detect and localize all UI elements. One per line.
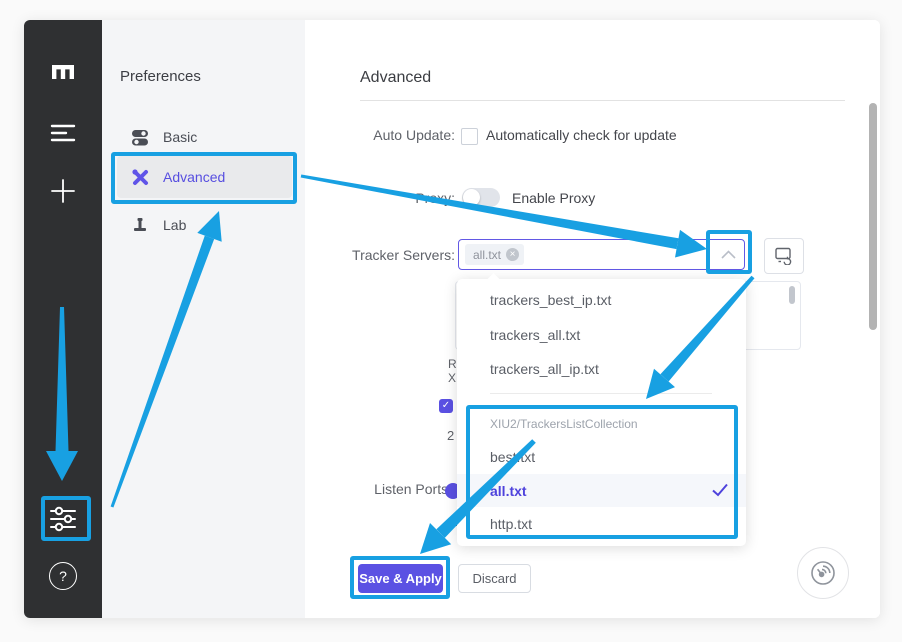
dropdown-divider: [490, 393, 712, 394]
clipped-text-fragment: R: [448, 357, 457, 371]
textarea-scroll-thumb[interactable]: [789, 286, 795, 304]
help-icon: ?: [49, 562, 77, 590]
discard-button[interactable]: Discard: [458, 564, 531, 593]
auto-update-checkbox[interactable]: [461, 128, 478, 145]
nav-item-basic[interactable]: Basic: [118, 120, 292, 154]
annotation-box-dropdown-group: [466, 405, 738, 539]
nav-item-label: Lab: [163, 217, 186, 233]
annotation-box-save-button: [350, 556, 450, 599]
sync-everyday-checkbox[interactable]: ✓: [439, 399, 453, 413]
basic-toggles-icon: [130, 129, 150, 146]
nav-item-label: Basic: [163, 129, 197, 145]
auto-update-checkbox-label[interactable]: Automatically check for update: [486, 127, 677, 143]
discard-label: Discard: [472, 571, 516, 586]
dropdown-item-label: trackers_best_ip.txt: [490, 292, 611, 308]
preferences-title: Preferences: [120, 68, 201, 85]
nav-item-lab[interactable]: Lab: [118, 208, 292, 242]
content-scrollbar[interactable]: [869, 103, 877, 330]
dropdown-item-label: trackers_all_ip.txt: [490, 361, 599, 377]
sync-trackers-button[interactable]: [764, 238, 804, 274]
help-glyph: ?: [59, 568, 67, 584]
tag-remove-icon[interactable]: ×: [506, 248, 519, 261]
sync-icon: [775, 247, 794, 265]
proxy-toggle-knob: [463, 189, 480, 206]
dropdown-item[interactable]: trackers_all.txt: [457, 319, 746, 351]
task-list-button[interactable]: [24, 120, 102, 146]
task-list-icon: [50, 122, 76, 144]
screen: ? Preferences Basic Advanced: [0, 0, 902, 642]
annotation-box-settings-icon: [41, 496, 91, 541]
annotation-box-advanced-nav: [111, 152, 297, 204]
tracker-servers-label: Tracker Servers:: [330, 247, 455, 263]
plus-icon: [50, 178, 76, 204]
motrix-logo-icon: [48, 57, 78, 85]
tracker-tag: all.txt ×: [465, 244, 524, 265]
dropdown-item[interactable]: trackers_best_ip.txt: [457, 284, 746, 316]
speedometer-icon: [809, 559, 837, 587]
app-logo: [24, 56, 102, 86]
help-button[interactable]: ?: [24, 560, 102, 592]
proxy-label: Proxy:: [330, 190, 455, 206]
page-title: Advanced: [360, 69, 431, 87]
dropdown-item[interactable]: trackers_all_ip.txt: [457, 353, 746, 385]
preferences-panel: [102, 20, 305, 618]
annotation-box-chevron: [706, 230, 752, 274]
clipped-text-fragment: 2: [447, 428, 454, 443]
lab-stamp-icon: [130, 217, 150, 234]
listen-ports-label: Listen Ports:: [330, 481, 452, 497]
title-divider: [360, 100, 845, 101]
dropdown-item-label: trackers_all.txt: [490, 327, 580, 343]
add-task-button[interactable]: [24, 177, 102, 205]
tracker-tag-label: all.txt: [473, 248, 501, 262]
auto-update-label: Auto Update:: [330, 127, 455, 143]
speed-indicator-button[interactable]: [797, 547, 849, 599]
proxy-toggle-label: Enable Proxy: [512, 190, 595, 206]
clipped-text-fragment: X: [448, 371, 456, 385]
